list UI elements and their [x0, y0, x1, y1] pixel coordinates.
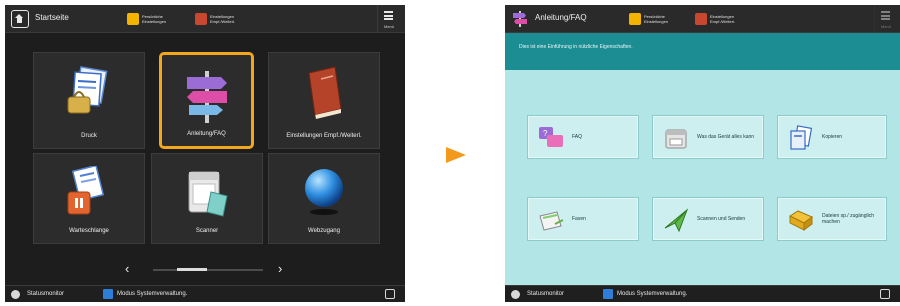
tile-label: Scanner — [195, 228, 219, 234]
tile-print[interactable]: Druck — [33, 52, 145, 149]
prev-page-arrow[interactable]: ‹ — [125, 261, 129, 276]
info-banner: Dies ist eine Einführung in nützliche Ei… — [505, 33, 900, 70]
faq-icon: ? — [539, 127, 563, 147]
print-icon — [67, 66, 108, 114]
fax-button[interactable]: Faxen — [527, 197, 639, 241]
tile-rx-fwd-settings[interactable]: Einstellungen Empf./Weiterl. — [268, 52, 380, 149]
rx-fwd-settings-button[interactable]: Einstellungen Empf./Weiterl. — [195, 9, 242, 29]
home-screen: Startseite Persönliche Einstellungen Ein… — [5, 5, 405, 302]
copy-icon — [790, 125, 813, 150]
mode-icon — [103, 289, 113, 299]
faq-button[interactable]: ? FAQ — [527, 115, 639, 159]
tile-label: Webzugang — [308, 228, 340, 234]
scan-send-icon — [664, 208, 689, 233]
page-track[interactable] — [153, 269, 263, 271]
svg-text:?: ? — [543, 129, 548, 138]
mode-icon — [603, 289, 613, 299]
banner-text: Dies ist eine Einführung in nützliche Ei… — [519, 44, 633, 50]
tile-label: Warteschlange — [69, 228, 109, 234]
status-monitor-label[interactable]: Statusmonitor — [27, 291, 64, 297]
tile-scanner[interactable]: Scanner — [151, 153, 263, 244]
fax-icon — [539, 211, 564, 231]
copier-icon — [665, 129, 687, 149]
status-monitor-icon[interactable] — [11, 290, 20, 299]
tile-guide-faq[interactable]: Anleitung/FAQ — [159, 52, 254, 149]
menu-button[interactable]: Menü — [874, 5, 896, 33]
globe-icon — [305, 169, 343, 215]
tile-label: Einstellungen Empf./Weiterl. — [286, 133, 362, 139]
queue-icon — [67, 166, 105, 215]
network-icon[interactable] — [385, 289, 395, 299]
rx-fwd-settings-icon — [695, 13, 707, 25]
tile-label: Druck — [81, 133, 97, 139]
home-icon[interactable] — [11, 10, 29, 28]
guide-faq-screen: Anleitung/FAQ Persönliche Einstellungen … — [505, 5, 900, 302]
folder-icon — [788, 210, 813, 231]
menu-icon — [881, 11, 890, 20]
scanner-icon — [188, 171, 228, 217]
book-icon — [308, 66, 342, 119]
page-indicator: ‹ › — [5, 258, 405, 280]
mode-label: Modus Systemverwaltung. — [617, 291, 688, 297]
status-bar: Statusmonitor Modus Systemverwaltung. — [505, 285, 900, 302]
next-page-arrow[interactable]: › — [278, 261, 282, 276]
signpost-icon — [186, 71, 227, 123]
network-icon[interactable] — [880, 289, 890, 299]
personal-settings-icon — [127, 13, 139, 25]
tile-label: Anleitung/FAQ — [187, 131, 226, 137]
status-monitor-label[interactable]: Statusmonitor — [527, 291, 564, 297]
rx-fwd-settings-icon — [195, 13, 207, 25]
menu-button[interactable]: Menü — [377, 5, 399, 33]
personal-settings-button[interactable]: Persönliche Einstellungen — [127, 9, 174, 29]
signpost-icon — [513, 11, 527, 27]
page-thumb[interactable] — [177, 268, 207, 271]
tile-queue[interactable]: Warteschlange — [33, 153, 145, 244]
top-bar: Startseite Persönliche Einstellungen Ein… — [5, 5, 405, 33]
personal-settings-button[interactable]: Persönliche Einstellungen — [629, 9, 676, 29]
screen-title: Anleitung/FAQ — [535, 13, 587, 22]
rx-fwd-settings-button[interactable]: Einstellungen Empf./Weiterl. — [695, 9, 742, 29]
personal-settings-icon — [629, 13, 641, 25]
mode-label: Modus Systemverwaltung. — [117, 291, 188, 297]
function-area: ? FAQ Was das Gerät alles kann Kopieren — [505, 70, 900, 285]
scan-send-button[interactable]: Scannen und Senden — [652, 197, 764, 241]
menu-icon — [384, 11, 393, 20]
transition-arrow-icon — [446, 147, 466, 163]
top-bar: Anleitung/FAQ Persönliche Einstellungen … — [505, 5, 900, 33]
tile-web-access[interactable]: Webzugang — [268, 153, 380, 244]
device-features-button[interactable]: Was das Gerät alles kann — [652, 115, 764, 159]
store-access-files-button[interactable]: Dateien sp./ zugänglich machen — [777, 197, 887, 241]
status-bar: Statusmonitor Modus Systemverwaltung. — [5, 285, 405, 302]
copy-button[interactable]: Kopieren — [777, 115, 887, 159]
screen-title: Startseite — [35, 13, 69, 22]
status-monitor-icon[interactable] — [511, 290, 520, 299]
